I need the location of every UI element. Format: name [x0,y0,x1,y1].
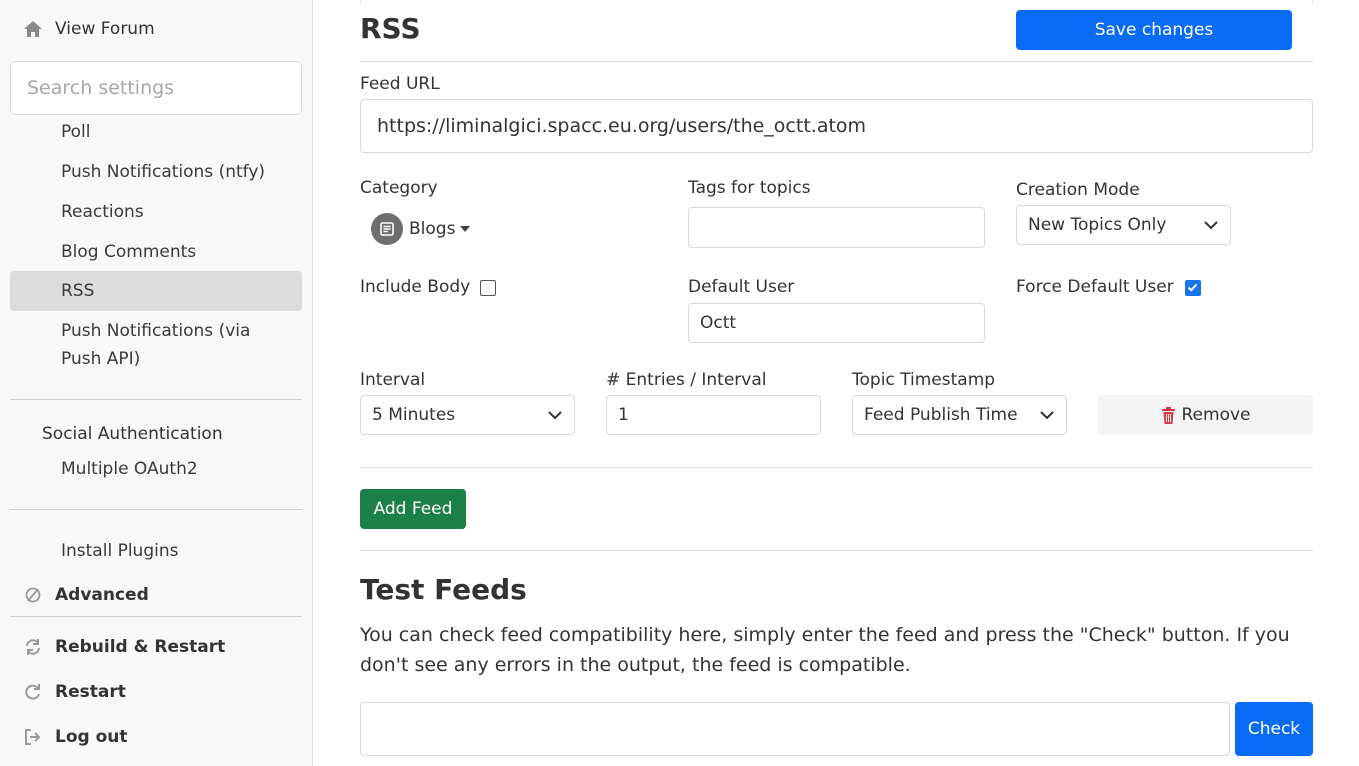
restart-label: Restart [55,682,126,702]
sidebar-item-push-api-line1: Push Notifications (via [61,321,251,341]
creation-mode-value: New Topics Only [1028,215,1167,235]
sidebar: View Forum Poll Push Notifications (ntfy… [0,0,313,766]
interval-select[interactable]: 5 Minutes [360,395,575,435]
save-changes-button[interactable]: Save changes [1016,10,1292,50]
view-forum-link[interactable]: View Forum [22,18,155,40]
log-out-button[interactable]: Log out [22,726,128,748]
interval-value: 5 Minutes [372,405,456,425]
default-user-value: Octt [700,313,737,333]
include-body-checkbox[interactable] [480,280,496,296]
tags-input[interactable] [688,207,985,248]
add-feed-button[interactable]: Add Feed [360,489,466,529]
topic-timestamp-label: Topic Timestamp [852,370,996,390]
sidebar-divider [10,399,302,400]
advanced-label: Advanced [55,585,149,605]
divider [360,550,1313,551]
sidebar-item-push-api[interactable]: Push Notifications (via Push API) [61,317,250,373]
category-label: Category [360,178,438,198]
sidebar-divider [10,509,302,510]
topic-timestamp-select[interactable]: Feed Publish Time [852,395,1067,435]
sidebar-item-push-api-line2: Push API) [61,349,141,369]
rebuild-restart-label: Rebuild & Restart [55,637,226,657]
restart-icon [22,681,44,703]
sidebar-item-reactions[interactable]: Reactions [61,198,144,226]
force-default-user-checkbox[interactable] [1185,280,1201,296]
trash-icon [1161,406,1175,424]
divider [360,467,1313,468]
home-icon [22,18,44,40]
sidebar-divider [10,616,302,617]
log-out-label: Log out [55,727,128,747]
logout-icon [22,726,44,748]
advanced-icon [22,584,44,606]
feed-url-value: https://liminalgici.spacc.eu.org/users/t… [377,115,867,137]
chevron-down-icon [1204,221,1218,230]
rebuild-restart-button[interactable]: Rebuild & Restart [22,636,225,658]
category-chooser[interactable]: Blogs [371,213,471,245]
sidebar-item-multiple-oauth2[interactable]: Multiple OAuth2 [61,455,198,483]
panel-top-border [360,0,1313,4]
topic-timestamp-value: Feed Publish Time [864,405,1018,425]
sidebar-item-install-plugins[interactable]: Install Plugins [61,537,178,565]
remove-label: Remove [1181,405,1251,425]
chevron-down-icon [548,411,562,420]
sidebar-item-push-ntfy[interactable]: Push Notifications (ntfy) [61,158,265,186]
test-feeds-description: You can check feed compatibility here, s… [360,624,1290,676]
sidebar-item-poll[interactable]: Poll [61,118,91,146]
sidebar-item-advanced[interactable]: Advanced [22,584,149,606]
social-auth-heading: Social Authentication [42,424,223,444]
default-user-input[interactable]: Octt [688,303,985,343]
test-feed-input[interactable] [360,702,1230,756]
check-button[interactable]: Check [1235,702,1313,756]
sidebar-item-blog-comments[interactable]: Blog Comments [61,238,196,266]
search-settings-input[interactable] [10,61,302,115]
tags-label: Tags for topics [688,178,811,198]
category-value: Blogs [409,219,456,239]
remove-feed-button[interactable]: Remove [1098,395,1313,435]
caret-down-icon [460,226,471,232]
page-title: RSS [360,12,421,45]
entries-input[interactable]: 1 [606,395,821,435]
restart-button[interactable]: Restart [22,681,126,703]
view-forum-label: View Forum [55,19,155,39]
feed-url-input[interactable]: https://liminalgici.spacc.eu.org/users/t… [360,99,1313,153]
divider [360,61,1313,62]
chevron-down-icon [1040,411,1054,420]
feed-url-label: Feed URL [360,74,440,94]
test-feeds-heading: Test Feeds [360,573,527,606]
category-icon [371,213,403,245]
creation-mode-select[interactable]: New Topics Only [1016,205,1231,245]
creation-mode-label: Creation Mode [1016,180,1140,200]
include-body-label: Include Body [360,277,471,297]
rebuild-icon [22,636,44,658]
checkmark-icon [1187,283,1198,292]
sidebar-item-rss[interactable]: RSS [61,277,94,305]
sidebar-item-rss-active[interactable] [10,271,302,311]
entries-value: 1 [618,405,629,425]
force-default-user-label: Force Default User [1016,277,1174,297]
interval-label: Interval [360,370,426,390]
default-user-label: Default User [688,277,795,297]
entries-label: # Entries / Interval [606,370,767,390]
